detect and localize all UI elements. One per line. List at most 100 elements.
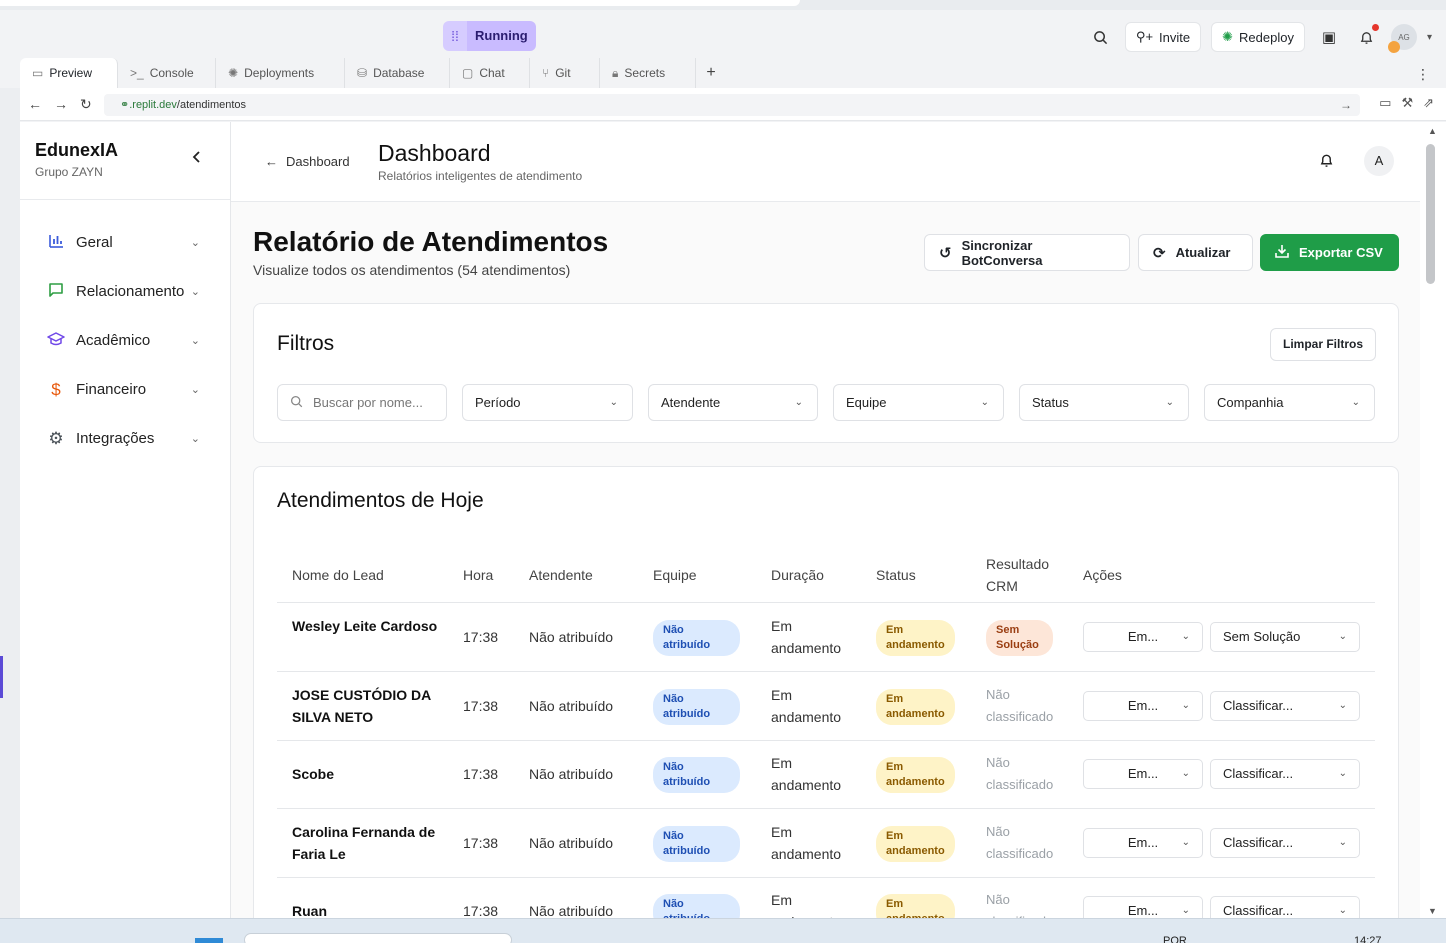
crm-classify-select[interactable]: Classificar... ⌄	[1210, 896, 1360, 918]
tab-chat[interactable]: ▢ Chat	[450, 58, 530, 88]
search-input[interactable]: Buscar por nome...	[277, 384, 447, 421]
sidebar-item-academico[interactable]: Acadêmico ⌄	[20, 316, 230, 365]
tab-git[interactable]: ⑂ Git	[530, 58, 600, 88]
collapse-sidebar-icon[interactable]	[192, 150, 202, 166]
sidebar-item-integracoes[interactable]: ⚙ Integrações ⌄	[20, 414, 230, 463]
deploy-icon: ✺	[1222, 29, 1234, 44]
main-content: ← Dashboard Dashboard Relatórios intelig…	[231, 122, 1420, 918]
notification-bell-icon[interactable]	[1353, 23, 1381, 51]
layers-icon[interactable]: ▣	[1315, 23, 1343, 51]
bell-icon[interactable]	[1319, 152, 1334, 172]
go-arrow-icon[interactable]: →	[1340, 94, 1352, 116]
link-icon: ⚭	[120, 99, 130, 111]
sidebar-item-label: Financeiro	[76, 381, 147, 398]
tab-preview[interactable]: ▭ Preview	[20, 58, 118, 88]
status-action-select[interactable]: Em... ⌄	[1083, 691, 1203, 721]
lead-name[interactable]: Ruan	[292, 900, 442, 918]
scroll-up-icon[interactable]: ▲	[1428, 126, 1437, 136]
run-status-button[interactable]: ⁞⁞ Running	[443, 21, 536, 51]
scroll-thumb[interactable]	[1426, 144, 1435, 284]
taskbar-clock[interactable]: 14:27	[1354, 935, 1382, 943]
page-header: ← Dashboard Dashboard Relatórios intelig…	[231, 122, 1420, 202]
brand: EdunexIA Grupo ZAYN	[35, 140, 118, 179]
export-label: Exportar CSV	[1299, 245, 1383, 260]
scroll-down-icon[interactable]: ▼	[1428, 906, 1437, 916]
chevron-down-icon: ⌄	[1338, 837, 1347, 848]
col-status[interactable]: Status	[876, 564, 916, 586]
status-action-select[interactable]: Em... ⌄	[1083, 622, 1203, 652]
export-csv-button[interactable]: Exportar CSV	[1260, 234, 1399, 271]
col-attendant[interactable]: Atendente	[529, 564, 593, 586]
tab-label: Deployments	[244, 66, 315, 80]
lead-name[interactable]: Wesley Leite Cardoso	[292, 615, 442, 637]
company-select[interactable]: Companhia ⌄	[1204, 384, 1375, 421]
crm-classify-select[interactable]: Classificar... ⌄	[1210, 828, 1360, 858]
team-select[interactable]: Equipe ⌄	[833, 384, 1004, 421]
period-select[interactable]: Período ⌄	[462, 384, 633, 421]
crm-classify-select[interactable]: Classificar... ⌄	[1210, 691, 1360, 721]
table-header: Nome do Lead Hora Atendente Equipe Duraç…	[277, 547, 1375, 603]
col-duration[interactable]: Duração	[771, 564, 824, 586]
forward-arrow-icon[interactable]: →	[54, 96, 68, 113]
reload-icon[interactable]: ↻	[80, 96, 92, 113]
clear-filters-button[interactable]: Limpar Filtros	[1270, 328, 1376, 361]
sidebar-item-geral[interactable]: Geral ⌄	[20, 218, 230, 267]
chevron-down-icon: ⌄	[1181, 700, 1190, 711]
crm-classify-select[interactable]: Sem Solução ⌄	[1210, 622, 1360, 652]
windows-start-icon[interactable]	[195, 938, 223, 943]
add-tab-button[interactable]: +	[696, 58, 726, 88]
col-crm-result[interactable]: Resultado CRM	[986, 553, 1061, 597]
graduation-cap-icon	[46, 331, 66, 351]
taskbar-search[interactable]	[244, 933, 512, 943]
url-field[interactable]: ⚭.replit.dev/atendimentos →	[104, 94, 1360, 116]
more-vertical-icon[interactable]: ⋮	[1416, 66, 1430, 83]
redeploy-label: Redeploy	[1239, 29, 1294, 45]
sidebar-item-relacionamento[interactable]: Relacionamento ⌄	[20, 267, 230, 316]
tab-label: Secrets	[624, 66, 666, 80]
search-icon[interactable]	[1087, 23, 1115, 51]
tab-console[interactable]: >_ Console	[118, 58, 216, 88]
user-avatar[interactable]: AG	[1387, 24, 1417, 53]
attendant-select[interactable]: Atendente ⌄	[648, 384, 818, 421]
arrow-left-icon: ←	[265, 154, 278, 169]
invite-button[interactable]: ⚲+ Invite	[1124, 22, 1202, 52]
tab-deployments[interactable]: ✺ Deployments	[216, 58, 345, 88]
page-scrollbar[interactable]: ▲ ▼	[1420, 122, 1446, 918]
external-link-icon[interactable]: ⇗	[1423, 95, 1434, 111]
grid-icon: ⁞⁞	[443, 21, 467, 51]
back-arrow-icon[interactable]: ←	[28, 96, 42, 113]
refresh-button[interactable]: ⟳ Atualizar	[1138, 234, 1253, 271]
chevron-down-icon: ⌄	[1338, 905, 1347, 916]
sidebar-item-financeiro[interactable]: $ Financeiro ⌄	[20, 365, 230, 414]
table-row: Scobe 17:38 Não atribuído Não atribuído …	[277, 740, 1375, 809]
status-action-select[interactable]: Em... ⌄	[1083, 896, 1203, 918]
crm-result-badge: Sem Solução	[986, 620, 1053, 656]
chevron-down-icon: ⌄	[1338, 631, 1347, 642]
company-label: Companhia	[1217, 395, 1284, 410]
keyboard-language[interactable]: POR	[1163, 935, 1187, 943]
status-action-select[interactable]: Em... ⌄	[1083, 828, 1203, 858]
tab-database[interactable]: ⛁ Database	[345, 58, 450, 88]
col-team[interactable]: Equipe	[653, 564, 697, 586]
col-time[interactable]: Hora	[463, 564, 493, 586]
lead-name[interactable]: Scobe	[292, 763, 442, 785]
chevron-down-icon[interactable]: ▾	[1427, 32, 1432, 43]
table-row: Wesley Leite Cardoso 17:38 Não atribuído…	[277, 603, 1375, 672]
lead-name[interactable]: JOSE CUSTÓDIO DA SILVA NETO	[292, 684, 442, 728]
status-action-select[interactable]: Em... ⌄	[1083, 759, 1203, 789]
status-select[interactable]: Status ⌄	[1019, 384, 1189, 421]
avatar[interactable]: A	[1364, 146, 1394, 176]
tab-secrets[interactable]: 🔒︎ Secrets	[600, 58, 696, 88]
col-lead-name[interactable]: Nome do Lead	[292, 564, 384, 586]
refresh-icon: ⟳	[1153, 244, 1166, 262]
crm-classify-select[interactable]: Classificar... ⌄	[1210, 759, 1360, 789]
attendant: Não atribuído	[529, 698, 614, 714]
lead-name[interactable]: Carolina Fernanda de Faria Le	[292, 821, 442, 865]
app-sidebar: EdunexIA Grupo ZAYN Geral ⌄ Relacionamen…	[20, 122, 231, 918]
wrench-icon[interactable]: ⚒	[1401, 95, 1413, 111]
redeploy-button[interactable]: ✺ Redeploy	[1211, 22, 1305, 52]
devices-icon[interactable]: ▭	[1379, 95, 1391, 111]
tab-label: Database	[373, 66, 425, 80]
back-to-dashboard-link[interactable]: ← Dashboard	[265, 154, 350, 169]
sync-botconversa-button[interactable]: ↺ Sincronizar BotConversa	[924, 234, 1130, 271]
